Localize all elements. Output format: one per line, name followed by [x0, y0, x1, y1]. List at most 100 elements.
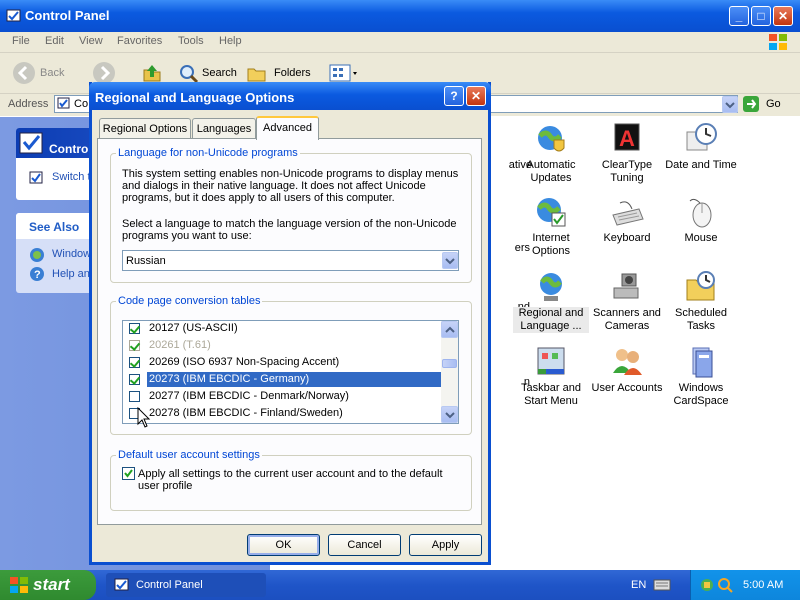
- search-icon[interactable]: [717, 577, 733, 593]
- control-panel-icon: [114, 578, 129, 591]
- network-icon[interactable]: [699, 577, 715, 593]
- back-button[interactable]: Back: [12, 61, 82, 85]
- language-indicator[interactable]: EN: [631, 579, 646, 591]
- cleartype-icon: A: [614, 123, 640, 151]
- codepage-checkbox[interactable]: [129, 374, 140, 385]
- language-dropdown-button[interactable]: [442, 252, 458, 269]
- cp-item-cleartype-tuning[interactable]: A ClearType Tuning: [589, 122, 665, 185]
- keyboard-icon[interactable]: [653, 578, 671, 592]
- taskbar-button-label: Control Panel: [136, 579, 203, 591]
- start-button[interactable]: start: [0, 570, 96, 600]
- windows-logo-icon: [10, 577, 28, 593]
- windows-update-icon: [30, 248, 44, 262]
- scanner-icon: [613, 273, 639, 299]
- codepage-checkbox[interactable]: [129, 340, 140, 351]
- scroll-down-button[interactable]: [441, 406, 458, 423]
- scroll-thumb[interactable]: [442, 359, 457, 368]
- apply-all-checkbox[interactable]: [122, 467, 135, 480]
- chevron-down-icon: [725, 102, 735, 109]
- see-also-windows-update-link[interactable]: Window: [52, 248, 91, 260]
- menu-view[interactable]: View: [79, 35, 103, 47]
- cp-item-date-and-time[interactable]: Date and Time: [663, 122, 739, 172]
- cancel-button[interactable]: Cancel: [328, 534, 401, 556]
- dialog-close-button[interactable]: ✕: [466, 86, 486, 106]
- menu-help[interactable]: Help: [219, 35, 242, 47]
- minimize-button[interactable]: _: [729, 6, 749, 26]
- cp-item-automatic-updates[interactable]: Automatic Updates: [513, 122, 589, 185]
- tab-advanced[interactable]: Advanced: [256, 116, 319, 140]
- codepage-checkbox[interactable]: [129, 323, 140, 334]
- globe-shield-icon: [538, 126, 565, 152]
- keyboard-icon: [612, 201, 644, 226]
- control-panel-icon: [57, 97, 70, 109]
- cp-item-taskbar-and-start-menu[interactable]: Taskbar and Start Menu: [513, 345, 589, 408]
- codepage-row[interactable]: 20278 (IBM EBCDIC - Finland/Sweden): [123, 406, 441, 423]
- cp-item-scanners-and-cameras[interactable]: Scanners and Cameras: [589, 270, 665, 333]
- codepage-scrollbar[interactable]: [441, 321, 458, 423]
- taskbar-button-control-panel[interactable]: Control Panel: [106, 573, 266, 597]
- nonunicode-group-title: Language for non-Unicode programs: [116, 147, 300, 159]
- internet-options-icon: [537, 198, 566, 227]
- default-user-group-title: Default user account settings: [116, 449, 262, 461]
- menu-edit[interactable]: Edit: [45, 35, 64, 47]
- clock-icon: [686, 123, 717, 151]
- menu-tools[interactable]: Tools: [178, 35, 204, 47]
- cp-item-keyboard[interactable]: Keyboard: [589, 195, 665, 245]
- address-dropdown-button[interactable]: [722, 96, 738, 113]
- ok-button[interactable]: OK: [247, 534, 320, 556]
- control-panel-box-title: Contro: [49, 142, 89, 156]
- cp-item-scheduled-tasks[interactable]: Scheduled Tasks: [663, 270, 739, 333]
- globe-icon: [540, 273, 562, 301]
- codepage-list[interactable]: 20127 (US-ASCII) 20261 (T.61) 20269 (ISO…: [122, 320, 459, 424]
- go-button[interactable]: Go: [742, 95, 794, 113]
- checkmark-icon: [124, 469, 133, 478]
- window-title: Control Panel: [25, 8, 110, 23]
- folders-label: Folders: [274, 67, 311, 79]
- apply-button[interactable]: Apply: [409, 534, 482, 556]
- svg-text:?: ?: [34, 269, 41, 281]
- tab-languages[interactable]: Languages: [192, 118, 256, 138]
- folders-icon: [247, 68, 266, 82]
- language-select[interactable]: Russian: [122, 250, 459, 271]
- apply-all-label[interactable]: Apply all settings to the current user a…: [138, 468, 443, 492]
- menu-file[interactable]: File: [12, 35, 30, 47]
- switch-view-link[interactable]: Switch t: [52, 171, 91, 183]
- tab-regional-options[interactable]: Regional Options: [99, 118, 191, 138]
- codepage-row[interactable]: 20269 (ISO 6937 Non-Spacing Accent): [123, 355, 441, 372]
- language-select-value: Russian: [126, 255, 166, 267]
- scheduled-tasks-icon: [686, 271, 715, 301]
- back-label: Back: [40, 67, 65, 79]
- cp-item-user-accounts[interactable]: User Accounts: [589, 345, 665, 395]
- go-arrow-icon: [743, 96, 759, 112]
- control-panel-icon: [19, 132, 43, 154]
- menu-favorites[interactable]: Favorites: [117, 35, 162, 47]
- cp-item-mouse[interactable]: Mouse: [663, 195, 739, 245]
- see-also-title: See Also: [29, 220, 80, 234]
- dialog-help-button[interactable]: ?: [444, 86, 464, 106]
- see-also-help-link[interactable]: Help an: [52, 268, 90, 280]
- views-icon[interactable]: [328, 63, 360, 83]
- chevron-down-icon: [445, 412, 455, 419]
- nonunicode-description: This system setting enables non-Unicode …: [122, 168, 459, 204]
- codepage-row[interactable]: 20127 (US-ASCII): [123, 321, 441, 338]
- cp-item-internet-options[interactable]: Internet Options: [513, 195, 589, 258]
- close-button[interactable]: ✕: [773, 6, 793, 26]
- maximize-button[interactable]: □: [751, 6, 771, 26]
- chevron-up-icon: [445, 326, 455, 333]
- cardspace-icon: [692, 347, 713, 378]
- cp-item-regional-and-language[interactable]: Regional and Language ...: [513, 270, 589, 333]
- cp-item-windows-cardspace[interactable]: Windows CardSpace: [663, 345, 739, 408]
- codepage-row[interactable]: 20261 (T.61): [123, 338, 441, 355]
- codepage-row[interactable]: 20277 (IBM EBCDIC - Denmark/Norway): [123, 389, 441, 406]
- svg-text:A: A: [619, 126, 635, 151]
- address-value: Co: [74, 98, 89, 110]
- address-label: Address: [8, 98, 49, 110]
- codepage-checkbox[interactable]: [129, 357, 140, 368]
- window-titlebar[interactable]: [0, 0, 800, 32]
- go-label: Go: [766, 98, 781, 110]
- codepage-checkbox[interactable]: [129, 391, 140, 402]
- codepage-row-selected[interactable]: 20273 (IBM EBCDIC - Germany): [123, 372, 443, 389]
- clock: 5:00 AM: [743, 579, 784, 591]
- scroll-up-button[interactable]: [441, 321, 458, 338]
- search-label: Search: [202, 67, 237, 79]
